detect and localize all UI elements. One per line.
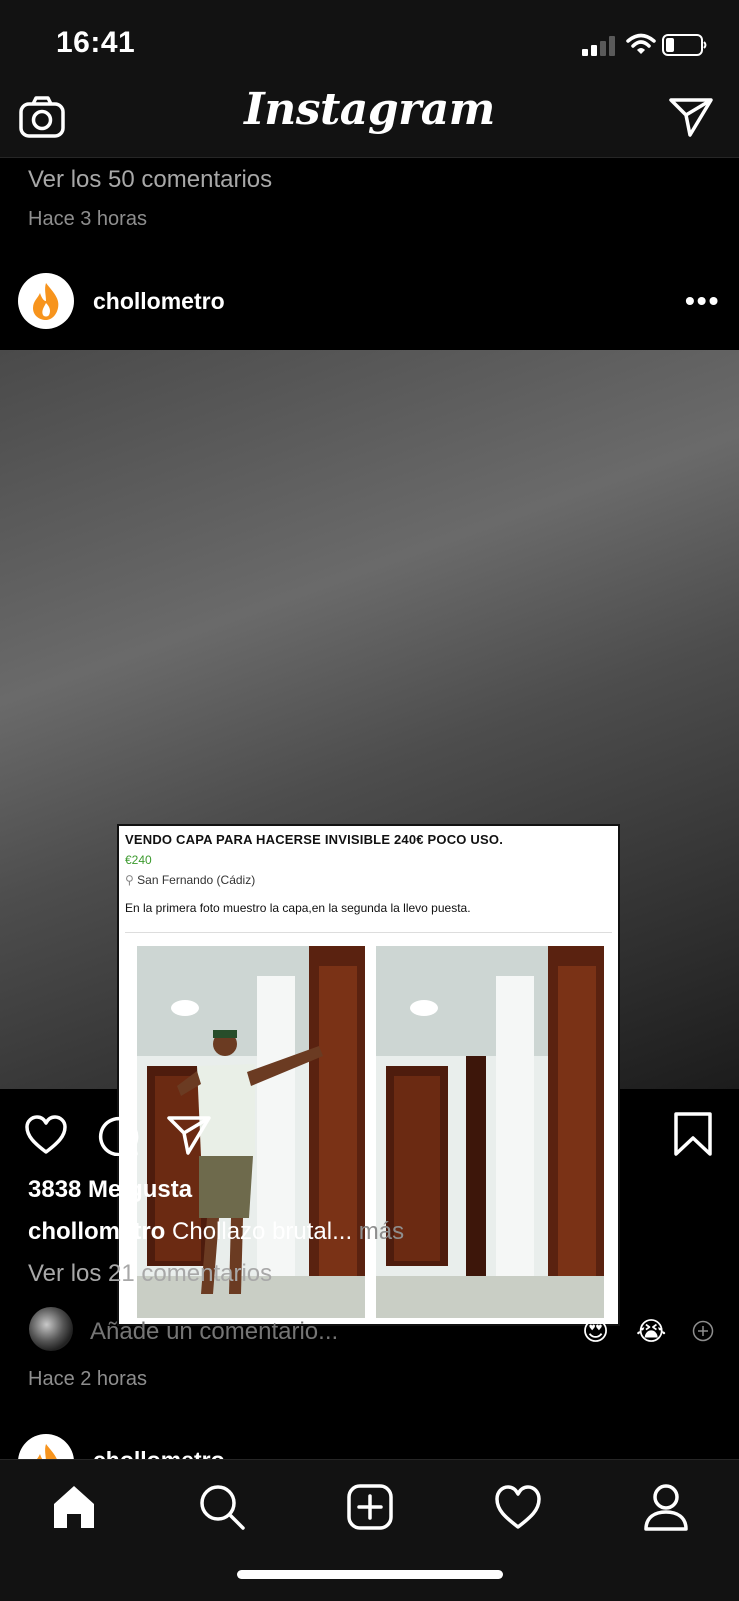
bookmark-icon[interactable] [673,1111,713,1157]
status-time: 16:41 [56,26,136,59]
ad-price: €240 [125,853,152,867]
view-comments-link[interactable]: Ver los 21 comentarios [28,1260,272,1288]
add-emoji-icon[interactable] [692,1320,714,1342]
cellular-signal-icon [582,36,615,56]
like-heart-icon[interactable] [24,1115,68,1155]
ad-photo-invisible [376,946,604,1318]
share-icon[interactable] [166,1114,212,1156]
ad-screenshot: VENDO CAPA PARA HACERSE INVISIBLE 240€ P… [117,824,620,1326]
avatar[interactable] [18,273,74,329]
post-username[interactable]: chollometro [93,288,225,315]
wifi-icon [626,33,656,54]
post-timestamp: Hace 3 horas [28,208,147,230]
quick-emoji-crying[interactable]: 😭 [636,1316,666,1347]
caption-text: Chollazo brutal... [172,1218,353,1245]
header-divider [0,157,739,158]
home-indicator[interactable] [237,1570,503,1579]
home-icon[interactable] [49,1482,99,1532]
ad-divider [125,932,612,933]
quick-emoji-heart-eyes[interactable]: 😍 [582,1316,609,1347]
ad-location-text: San Fernando (Cádiz) [137,873,256,887]
search-icon[interactable] [197,1482,247,1532]
ad-location: ⚲ San Fernando (Cádiz) [125,873,255,887]
app-logo: Instagram [244,84,495,135]
avatar [29,1307,73,1351]
profile-icon[interactable] [641,1482,691,1532]
comment-input[interactable] [90,1318,490,1346]
more-options-icon[interactable]: ••• [685,285,720,317]
comment-icon[interactable] [96,1114,140,1156]
post-timestamp: Hace 2 horas [28,1368,147,1390]
post-image[interactable]: VENDO CAPA PARA HACERSE INVISIBLE 240€ P… [0,350,739,1326]
ad-description: En la primera foto muestro la capa,en la… [125,901,471,915]
view-comments-link[interactable]: Ver los 50 comentarios [28,166,272,194]
tab-bar [0,1459,739,1601]
ad-title: VENDO CAPA PARA HACERSE INVISIBLE 240€ P… [125,832,504,847]
battery-icon [662,34,707,56]
post-caption: chollometro Chollazo brutal... más [28,1218,404,1246]
like-count[interactable]: 3838 Me gusta [28,1176,192,1204]
caption-username[interactable]: chollometro [28,1218,165,1245]
location-pin-icon: ⚲ [125,873,134,887]
new-post-icon[interactable] [345,1482,395,1532]
activity-icon[interactable] [493,1482,543,1532]
direct-message-icon[interactable] [668,96,714,138]
flame-logo-icon [19,274,73,328]
caption-more-link[interactable]: más [359,1218,404,1245]
